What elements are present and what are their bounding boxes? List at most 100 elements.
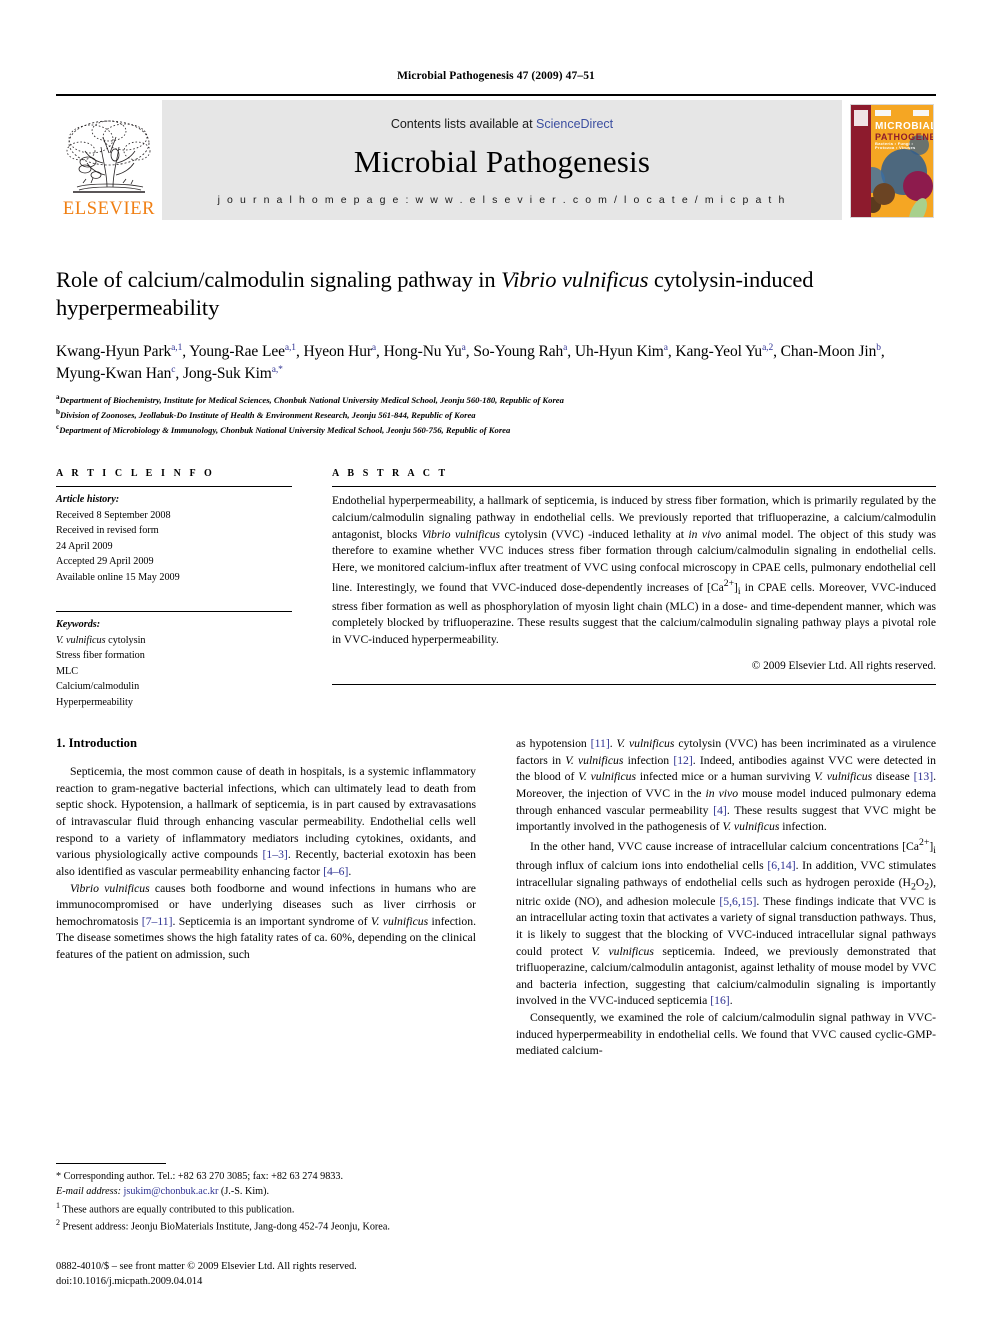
abstract-rule [332,486,936,488]
affiliation-item: bDivision of Zoonoses, Jeollabuk-Do Inst… [56,407,936,422]
keywords-label: Keywords: [56,619,101,631]
email-label: E-mail address: [56,1186,121,1198]
keyword-item: Stress fiber formation [56,650,145,662]
footnote-corresponding-author: * Corresponding author. Tel.: +82 63 270… [56,1171,344,1183]
article-body: 1. Introduction Septicemia, the most com… [56,736,936,1060]
info-abstract-region: A R T I C L E I N F O Article history: R… [56,468,936,710]
reference-citation[interactable]: [13] [914,770,933,783]
paragraph: In the other hand, VVC cause increase of… [516,836,936,1008]
author-mark: b [876,342,881,353]
footnote-note-2-text: Present address: Jeonju BioMaterials Ins… [62,1221,390,1233]
footnote-note-1: 1 These authors are equally contributed … [56,1200,476,1218]
page-title: Role of calcium/calmodulin signaling pat… [56,266,936,323]
author-mark: c [171,364,176,375]
affiliation-text: Division of Zoonoses, Jeollabuk-Do Insti… [59,409,476,420]
article-info-column: A R T I C L E I N F O Article history: R… [56,468,292,710]
abstract-text: Endothelial hyperpermeability, a hallmar… [332,494,936,647]
cover-title-line3: Bacteria • Fungi • Protozoa • Viruses [875,140,916,151]
keyword-item: Calcium/calmodulin [56,681,140,693]
elsevier-logo: ELSEVIER [56,100,162,220]
article-title-block: Role of calcium/calmodulin signaling pat… [56,266,936,436]
issn-copyright-line: 0882-4010/$ – see front matter © 2009 El… [56,1260,357,1272]
abstract-column: A B S T R A C T Endothelial hyperpermeab… [332,468,936,710]
journal-article-page: Microbial Pathogenesis 47 (2009) 47–51 E… [0,0,992,1323]
affiliation-list: aDepartment of Biochemistry, Institute f… [56,392,936,436]
keyword-species-italic: V. vulnificus [56,634,106,646]
elsevier-tree-icon [66,120,151,193]
keyword-item: V. vulnificus cytolysin [56,634,146,646]
reference-citation[interactable]: [1–3] [262,848,287,861]
contents-lists-prefix: Contents lists available at [390,116,537,131]
keyword-item: Hyperpermeability [56,696,133,708]
keywords-block: Keywords: V. vulnificus cytolysin Stress… [56,611,292,710]
body-column-right: as hypotension [11]. V. vulnificus cytol… [516,736,936,1060]
paragraph: Septicemia, the most common cause of dea… [56,765,476,878]
journal-title: Microbial Pathogenesis [353,143,651,179]
author-mark: a [371,342,377,353]
reference-citation[interactable]: [11] [591,737,610,750]
email-address[interactable]: jsukim@chonbuk.ac.kr [124,1186,219,1197]
footnote-mark: 2 [56,1218,60,1228]
history-item: Received in revised form [56,525,159,537]
paragraph: as hypotension [11]. V. vulnificus cytol… [516,737,937,834]
cover-spine-logo-icon [854,110,868,126]
reference-citation[interactable]: [4–6] [323,865,348,878]
reference-citation[interactable]: [12] [673,754,692,767]
footnote-block: * Corresponding author. Tel.: +82 63 270… [56,1163,476,1235]
reference-citation[interactable]: [7–11] [142,915,173,928]
doi-line[interactable]: doi:10.1016/j.micpath.2009.04.014 [56,1274,357,1289]
affiliation-item: cDepartment of Microbiology & Immunology… [56,422,936,437]
cover-title-line1: MICROBIAL [875,121,934,132]
abstract-bottom-rule [332,684,936,686]
history-item: 24 April 2009 [56,540,113,552]
author-list: Kwang-Hyun Parka,1, Young-Rae Leea,1, Hy… [56,342,885,382]
paragraph: Consequently, we examined the role of ca… [516,1011,936,1058]
keywords-rule [56,611,292,613]
article-info-heading: A R T I C L E I N F O [56,468,215,480]
running-head: Microbial Pathogenesis 47 (2009) 47–51 [397,70,595,82]
section-heading-introduction: 1. Introduction [56,736,137,751]
footnote-note-2: 2 Present address: Jeonju BioMaterials I… [56,1217,476,1235]
history-item: Received 8 September 2008 [56,509,171,521]
email-suffix: (J.-S. Kim). [218,1186,270,1198]
cover-topbar [875,110,929,116]
keyword-item: MLC [56,665,79,677]
author-mark: a [461,342,466,353]
sciencedirect-link[interactable]: ScienceDirect [536,117,613,131]
article-info-rule [56,486,292,488]
author-mark: a,2 [762,342,774,353]
footnote-rule [56,1163,166,1165]
contents-lists-line: Contents lists available at ScienceDirec… [391,117,613,131]
cover-title: MICROBIAL PATHOGENESIS Bacteria • Fungi … [875,121,934,151]
affiliation-text: Department of Microbiology & Immunology,… [59,424,511,435]
history-item: Accepted 29 April 2009 [56,556,154,568]
reference-citation[interactable]: [6,14] [767,859,795,872]
affiliation-text: Department of Biochemistry, Institute fo… [59,394,564,405]
header-rule [56,94,936,96]
masthead-center-panel: Contents lists available at ScienceDirec… [162,100,842,220]
reference-citation[interactable]: [4] [713,804,727,817]
cover-artwork: MICROBIAL PATHOGENESIS Bacteria • Fungi … [850,104,934,218]
author-mark: a [563,342,568,353]
history-item: Available online 15 May 2009 [56,571,180,583]
footnote-email: E-mail address: jsukim@chonbuk.ac.kr (J.… [56,1184,476,1199]
imprint-block: 0882-4010/$ – see front matter © 2009 El… [56,1259,357,1289]
footnote-note-1-text: These authors are equally contributed to… [62,1204,295,1216]
reference-citation[interactable]: [5,6,15] [719,895,756,908]
body-column-left: 1. Introduction Septicemia, the most com… [56,736,476,1060]
cover-spine [851,105,871,217]
author-mark: a,1 [284,342,296,353]
elsevier-wordmark: ELSEVIER [62,198,156,219]
abstract-heading: A B S T R A C T [332,468,449,480]
journal-homepage-line[interactable]: j o u r n a l h o m e p a g e : w w w . … [218,194,787,206]
journal-masthead: ELSEVIER Contents lists available at Sci… [56,100,936,220]
author-mark: a,* [271,364,283,375]
title-segment-1: Role of calcium/calmodulin signaling pat… [56,267,502,292]
journal-cover-thumbnail[interactable]: MICROBIAL PATHOGENESIS Bacteria • Fungi … [842,100,936,220]
article-history-block: Article history: Received 8 September 20… [56,492,292,585]
copyright-line: © 2009 Elsevier Ltd. All rights reserved… [751,660,936,673]
footnote-mark: 1 [56,1200,60,1210]
reference-citation[interactable]: [16] [710,994,729,1007]
affiliation-item: aDepartment of Biochemistry, Institute f… [56,392,936,407]
title-species-italic: Vibrio vulnificus [501,267,649,292]
